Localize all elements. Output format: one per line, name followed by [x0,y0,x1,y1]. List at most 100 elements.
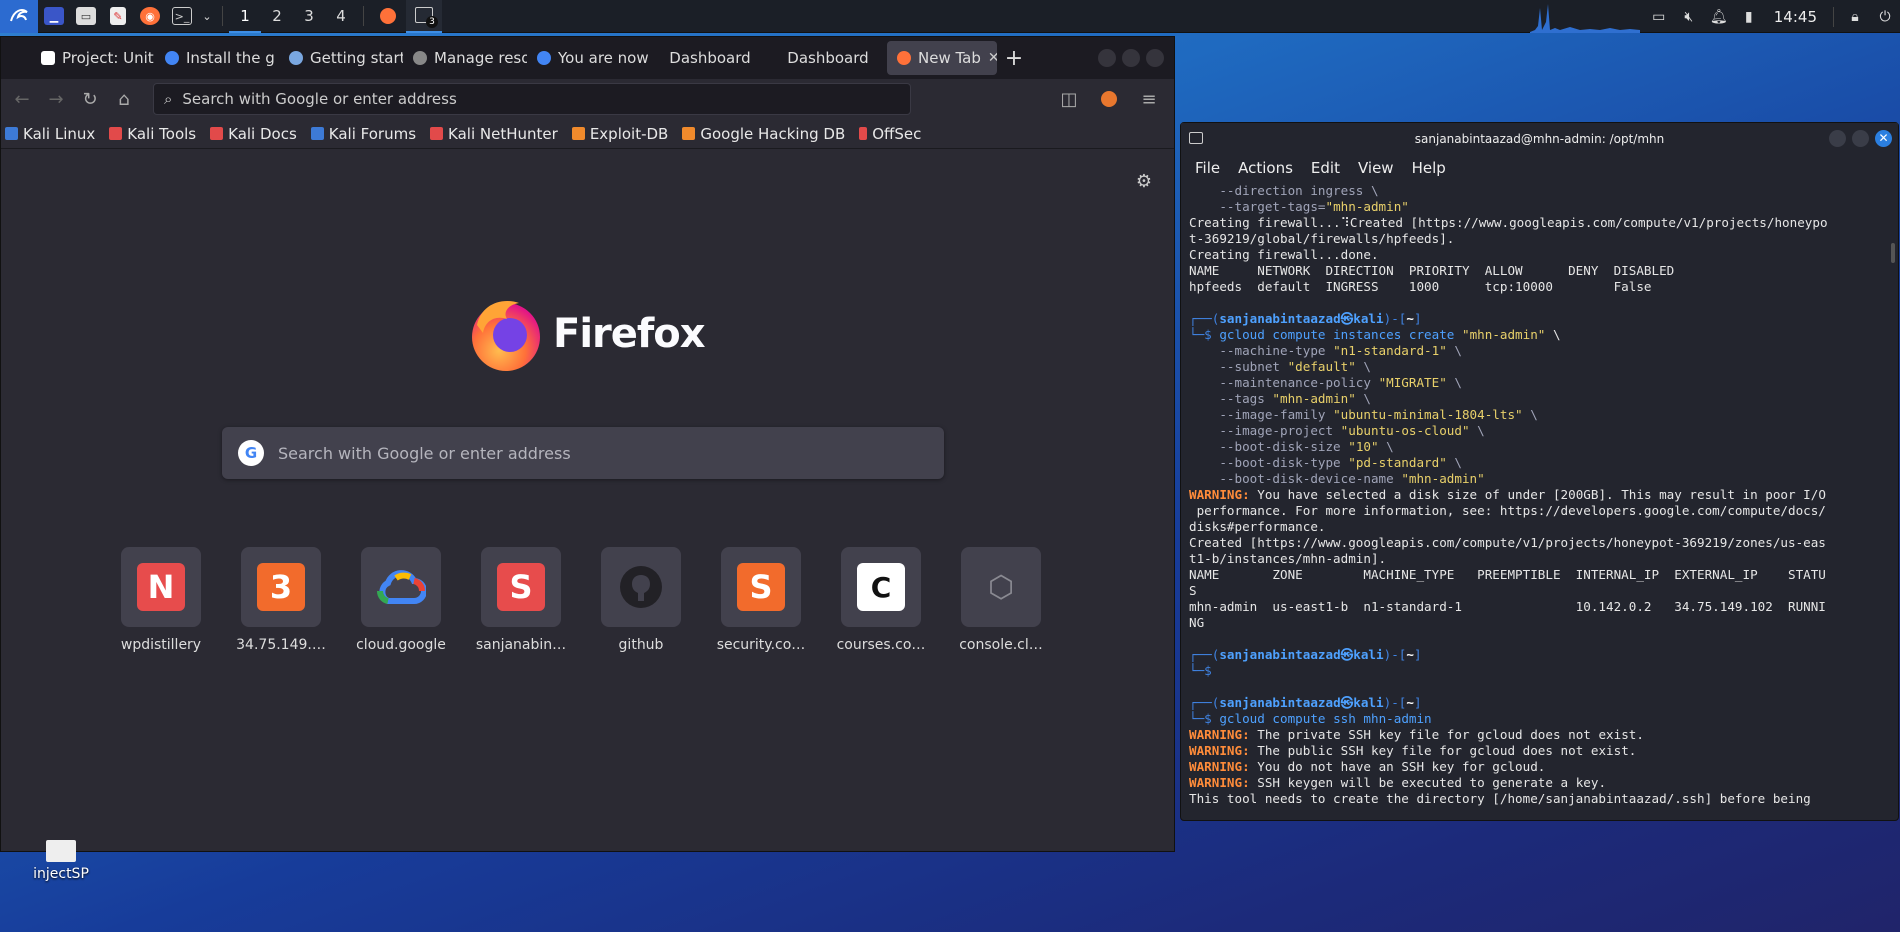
new-tab-button[interactable]: + [997,46,1031,71]
shortcut-box: S [721,547,801,627]
kali-docs-icon [210,127,224,140]
terminal-line: t1-b/instances/mhn-admin]. [1189,551,1387,566]
battery-icon[interactable]: ▮ [1734,0,1764,33]
reload-icon[interactable]: ↻ [75,84,105,114]
terminal-line: performance. For more information, see: … [1189,503,1826,518]
bookmark-kali-tools[interactable]: Kali Tools [109,125,196,143]
menu-edit[interactable]: Edit [1311,159,1340,177]
tab-getting-started[interactable]: Getting start [279,41,403,75]
terminal-line: WARNING: The public SSH key file for gcl… [1189,743,1637,758]
pocket-icon[interactable]: ◫ [1054,84,1084,114]
forward-arrow-icon[interactable]: → [41,84,71,114]
shortcut-tile[interactable]: ⬡ console.cl… [959,547,1043,653]
terminal-line: --image-project "ubuntu-os-cloud" \ [1189,423,1485,438]
menu-help[interactable]: Help [1412,159,1446,177]
lock-icon[interactable]: 🔒︎ [1840,0,1870,33]
toolbar-right: ◫ ≡ [1054,84,1168,114]
firefox-launcher-button[interactable]: ◉ [134,0,166,33]
minimize-button[interactable] [1098,49,1116,67]
tab-dashboard-1[interactable]: Dashboard [651,41,769,75]
chevron-down-icon[interactable]: ⌄ [198,0,216,33]
bookmark-kali-forums[interactable]: Kali Forums [310,125,416,143]
kali-menu-button[interactable] [0,0,38,33]
firefox-logo: Firefox [467,295,706,373]
desktop-file-injectsp[interactable]: injectSP [30,840,92,882]
taskbar-firefox[interactable] [370,0,406,33]
kali-forums-icon [310,127,324,140]
text-editor-button[interactable]: ✎ [102,0,134,33]
close-window-button[interactable] [1146,49,1164,67]
address-bar[interactable]: ⌕ Search with Google or enter address [153,83,911,115]
display-icon[interactable]: ▭ [1644,0,1674,33]
terminal-line: WARNING: The private SSH key file for gc… [1189,727,1644,742]
clock[interactable]: 14:45 [1764,8,1827,26]
close-icon[interactable]: ✕ [1875,130,1892,147]
shortcut-tile[interactable]: S security.co… [717,547,805,653]
home-icon[interactable]: ⌂ [109,84,139,114]
bookmark-google-hacking-db[interactable]: Google Hacking DB [682,125,845,143]
maximize-button[interactable] [1122,49,1140,67]
google-cloud-icon [537,51,551,65]
workspace-3[interactable]: 3 [293,0,325,33]
menu-view[interactable]: View [1358,159,1394,177]
terminal-line: NAME NETWORK DIRECTION PRIORITY ALLOW DE… [1189,263,1675,278]
bookmark-exploit-db[interactable]: Exploit-DB [571,124,669,143]
workspace-4[interactable]: 4 [325,0,357,33]
new-tab-search[interactable]: G Search with Google or enter address [222,427,944,479]
maximize-button[interactable] [1852,130,1869,147]
bookmark-label: Google Hacking DB [700,124,846,143]
terminal-line: --tags "mhn-admin" \ [1189,391,1371,406]
workspace-1[interactable]: 1 [229,0,261,33]
bookmark-offsec[interactable]: OffSec [859,125,921,143]
terminal-launcher-button[interactable]: >_ [166,0,198,33]
workspace-2[interactable]: 2 [261,0,293,33]
terminal-output[interactable]: --direction ingress \ --target-tags="mhn… [1189,183,1879,813]
close-tab-icon[interactable]: ✕ [988,50,997,66]
bookmark-kali-linux[interactable]: Kali Linux [5,125,95,143]
shortcut-box [601,547,681,627]
tab-label: Getting start [310,49,403,67]
hamburger-menu-icon[interactable]: ≡ [1134,84,1164,114]
tab-label: Project: Unit [62,49,154,67]
menu-actions[interactable]: Actions [1238,159,1293,177]
taskbar-terminal[interactable]: 3 [406,0,442,33]
tab-install[interactable]: Install the g [155,41,279,75]
show-desktop-button[interactable]: ▁ [38,0,70,33]
shortcut-tile[interactable]: 3 34.75.149.… [236,547,326,653]
volume-muted-icon[interactable]: 🔇︎ [1674,0,1704,33]
bookmark-label: Kali Tools [127,124,197,143]
bookmark-kali-nethunter[interactable]: Kali NetHunter [430,125,558,143]
bookmark-kali-docs[interactable]: Kali Docs [210,125,297,143]
ghdb-icon [682,127,696,140]
notification-bell-icon[interactable]: 🔔︎ [1704,0,1734,33]
terminal-scrollbar[interactable] [1891,243,1895,263]
tab-manage-resources[interactable]: Manage reso [403,41,527,75]
shortcut-tile[interactable]: S sanjanabin… [476,547,566,653]
tab-label: Manage reso [434,49,527,67]
power-icon[interactable]: ⏻ [1870,0,1900,33]
terminal-titlebar[interactable]: sanjanabintaazad@mhn-admin: /opt/mhn ✕ [1181,123,1898,155]
tab-you-are-now[interactable]: You are now [527,41,651,75]
tab-project[interactable]: Project: Unit [31,41,155,75]
extension-icon[interactable] [1094,84,1124,114]
tab-dashboard-2[interactable]: Dashboard [769,41,887,75]
file-manager-button[interactable]: ▭ [70,0,102,33]
gear-icon[interactable]: ⚙ [1136,171,1152,192]
bookmark-label: Kali Linux [23,124,96,143]
minimize-button[interactable] [1829,130,1846,147]
exploit-db-icon [571,127,585,140]
s-letter-icon: S [737,563,785,611]
shortcut-tile[interactable]: cloud.google [356,547,446,653]
terminal-icon [1189,132,1203,144]
tab-new-tab[interactable]: New Tab ✕ [887,41,997,75]
bookmark-label: Exploit-DB [589,124,669,143]
shortcut-box: ⬡ [961,547,1041,627]
terminal-line: └─$ [1189,663,1220,678]
menu-file[interactable]: File [1195,159,1220,177]
shortcut-tile[interactable]: github [601,547,681,653]
gear-icon [413,51,427,65]
shortcut-tile[interactable]: C courses.co… [837,547,925,653]
shortcut-tile[interactable]: N wpdistillery [121,547,201,653]
back-arrow-icon[interactable]: ← [7,84,37,114]
